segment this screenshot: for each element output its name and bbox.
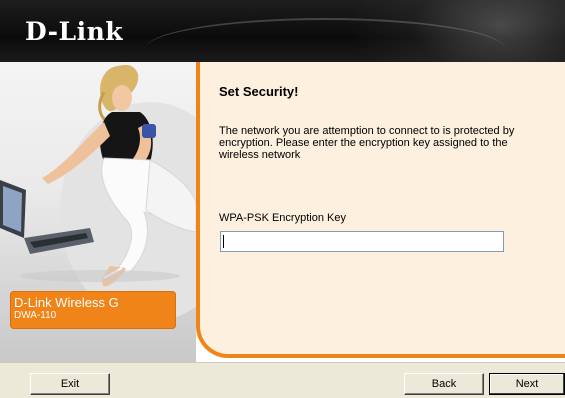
security-message: The network you are attemption to connec… [219, 125, 515, 161]
setup-wizard-window: D-Link D-Link Wireless G DWA-110 Set Sec… [0, 0, 565, 398]
dlink-logo: D-Link [25, 17, 124, 46]
text-cursor [223, 235, 224, 248]
header-banner: D-Link [0, 0, 565, 62]
product-name: D-Link Wireless G [14, 295, 119, 310]
encryption-key-label: WPA-PSK Encryption Key [219, 212, 346, 224]
button-bar: Exit Back Next [0, 362, 565, 398]
back-button[interactable]: Back [404, 373, 484, 395]
next-button[interactable]: Next [489, 373, 565, 395]
side-panel: D-Link Wireless G DWA-110 [0, 62, 196, 362]
product-model: DWA-110 [14, 310, 57, 321]
content-frame: Set Security! The network you are attemp… [196, 62, 565, 362]
encryption-key-input[interactable] [220, 231, 504, 252]
product-badge: D-Link Wireless G DWA-110 [10, 291, 176, 329]
content-panel: Set Security! The network you are attemp… [196, 62, 565, 358]
page-title: Set Security! [219, 84, 299, 99]
exit-button[interactable]: Exit [30, 373, 110, 395]
